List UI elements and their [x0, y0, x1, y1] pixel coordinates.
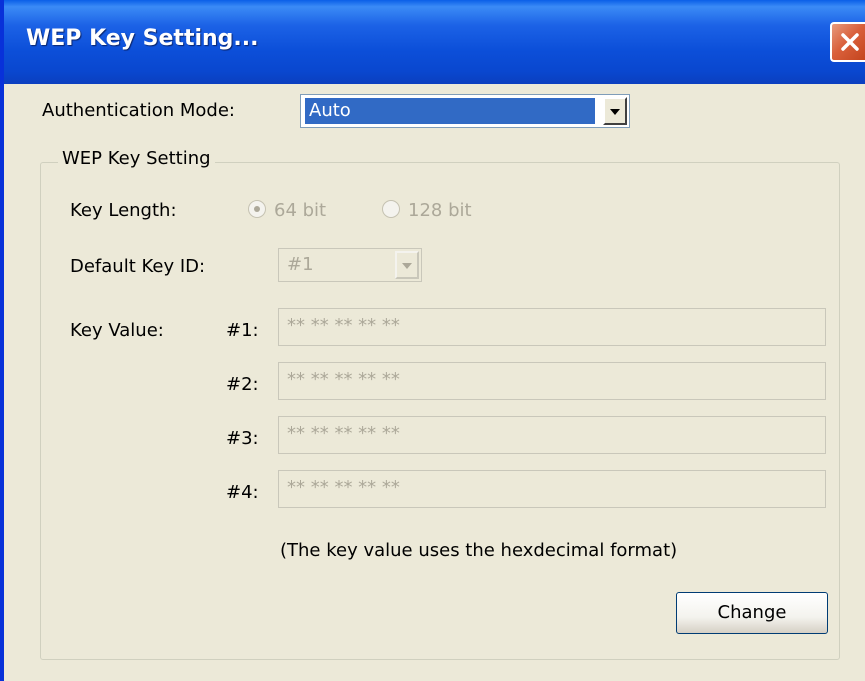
close-icon	[841, 33, 859, 51]
radio-64-bit[interactable]	[248, 200, 266, 218]
radio-128-bit[interactable]	[382, 200, 400, 218]
default-key-id-label: Default Key ID:	[70, 256, 206, 277]
wep-key-setting-group	[40, 162, 840, 660]
key-4-label: #4:	[226, 482, 259, 503]
title-bar[interactable]: WEP Key Setting...	[4, 0, 865, 84]
default-key-id-select[interactable]: #1	[278, 248, 422, 282]
authentication-mode-select[interactable]: Auto	[300, 94, 630, 128]
chevron-down-icon	[402, 263, 412, 269]
key-1-field[interactable]: ** ** ** ** **	[278, 308, 826, 346]
key-1-label: #1:	[226, 320, 259, 341]
key-3-field[interactable]: ** ** ** ** **	[278, 416, 826, 454]
key-4-field[interactable]: ** ** ** ** **	[278, 470, 826, 508]
key-value-label: Key Value:	[70, 320, 164, 341]
authentication-mode-dropdown-button[interactable]	[603, 97, 627, 125]
authentication-mode-label: Authentication Mode:	[42, 100, 235, 121]
dialog-body: Authentication Mode: Auto WEP Key Settin…	[8, 84, 865, 681]
wep-key-setting-legend: WEP Key Setting	[58, 148, 215, 169]
key-3-label: #3:	[226, 428, 259, 449]
default-key-id-dropdown-button[interactable]	[395, 251, 419, 279]
hex-format-note: (The key value uses the hexdecimal forma…	[280, 540, 678, 561]
authentication-mode-value: Auto	[305, 98, 595, 124]
key-2-label: #2:	[226, 374, 259, 395]
chevron-down-icon	[610, 109, 620, 115]
window-title: WEP Key Setting...	[26, 26, 259, 51]
key-length-label: Key Length:	[70, 200, 177, 221]
radio-128-bit-label: 128 bit	[408, 200, 472, 221]
default-key-id-value: #1	[287, 254, 314, 275]
wep-key-setting-dialog: WEP Key Setting... Authentication Mode: …	[0, 0, 865, 681]
change-button[interactable]: Change	[676, 592, 828, 634]
radio-64-bit-label: 64 bit	[274, 200, 327, 221]
key-2-field[interactable]: ** ** ** ** **	[278, 362, 826, 400]
close-button[interactable]	[830, 22, 865, 62]
